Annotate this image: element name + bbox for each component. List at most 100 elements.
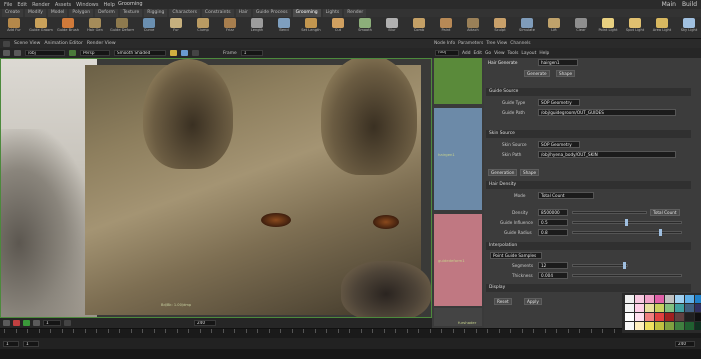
density-field[interactable]: 8500000 bbox=[538, 209, 568, 216]
color-swatch[interactable] bbox=[645, 322, 654, 330]
tool-add-fur[interactable]: Add Fur bbox=[2, 17, 26, 38]
tab-render-view[interactable]: Render View bbox=[87, 41, 116, 46]
frame-field[interactable]: 1 bbox=[240, 50, 263, 56]
density-mode-menu[interactable]: Total Count bbox=[538, 192, 594, 199]
color-swatch[interactable] bbox=[675, 322, 684, 330]
color-swatch[interactable] bbox=[625, 313, 634, 321]
menu-file[interactable]: File bbox=[4, 2, 12, 8]
color-swatch[interactable] bbox=[665, 295, 674, 303]
color-swatch[interactable] bbox=[655, 313, 664, 321]
radius-slider-knob[interactable] bbox=[659, 229, 662, 236]
node-tile-green[interactable] bbox=[434, 58, 482, 104]
tab-channels[interactable]: Channels bbox=[510, 41, 530, 46]
end-frame-field[interactable]: 240 bbox=[675, 340, 695, 347]
color-swatch[interactable] bbox=[645, 304, 654, 312]
tab-scene-view[interactable]: Scene View bbox=[14, 41, 40, 46]
shelf-tab-constraints[interactable]: Constraints bbox=[201, 9, 234, 17]
shelf-tab-characters[interactable]: Characters bbox=[169, 9, 200, 17]
tool-set-length[interactable]: Set Length bbox=[299, 17, 323, 38]
tool-simulate[interactable]: Simulate bbox=[515, 17, 539, 38]
shelf-tab-guide-process[interactable]: Guide Process bbox=[252, 9, 291, 17]
color-swatch[interactable] bbox=[625, 322, 634, 330]
influence-field[interactable]: 0.5 bbox=[538, 219, 568, 226]
influence-slider-knob[interactable] bbox=[625, 219, 628, 226]
density-menu[interactable]: Total Count bbox=[650, 209, 680, 216]
skip-start-icon[interactable] bbox=[3, 320, 10, 326]
network-menu-edit[interactable]: Edit bbox=[474, 51, 483, 56]
tool-length[interactable]: Length bbox=[245, 17, 269, 38]
tab-tree-view[interactable]: Tree View bbox=[486, 41, 507, 46]
skip-end-icon[interactable] bbox=[33, 320, 40, 326]
tool-point-light[interactable]: Point Light bbox=[596, 17, 620, 38]
shelf-tab-modify[interactable]: Modify bbox=[24, 9, 46, 17]
skin-type-menu[interactable]: SOP Geometry bbox=[538, 141, 580, 148]
shelf-tab-rigging[interactable]: Rigging bbox=[144, 9, 168, 17]
desktop-main[interactable]: Main bbox=[662, 1, 676, 8]
tool-hair-gen[interactable]: Hair Gen bbox=[83, 17, 107, 38]
color-swatch[interactable] bbox=[685, 322, 694, 330]
tool-cut[interactable]: Cut bbox=[326, 17, 350, 38]
shelf-tab-render[interactable]: Render bbox=[344, 9, 367, 17]
color-swatch[interactable] bbox=[655, 295, 664, 303]
density-slider[interactable] bbox=[572, 211, 647, 214]
network-menu-add[interactable]: Add bbox=[462, 51, 471, 56]
menu-render[interactable]: Render bbox=[32, 2, 50, 8]
color-swatch[interactable] bbox=[695, 313, 701, 321]
shelf-tab-create[interactable]: Create bbox=[2, 9, 23, 17]
node-tile-blue[interactable] bbox=[434, 108, 482, 210]
network-menu-help[interactable]: Help bbox=[539, 51, 549, 56]
tool-fur[interactable]: Fur bbox=[164, 17, 188, 38]
guide-type-menu[interactable]: SOP Geometry bbox=[538, 99, 580, 106]
shelf-tab-model[interactable]: Model bbox=[47, 9, 68, 17]
timeline[interactable] bbox=[0, 328, 701, 338]
tab-shape-top[interactable]: Shape bbox=[556, 70, 576, 77]
playbar-end[interactable]: 240 bbox=[194, 320, 216, 326]
light-icon[interactable] bbox=[170, 50, 177, 56]
shading-menu[interactable]: Smooth Shaded bbox=[114, 50, 166, 56]
menu-edit[interactable]: Edit bbox=[17, 2, 27, 8]
path-field[interactable]: /obj bbox=[25, 50, 65, 56]
back-icon[interactable] bbox=[3, 50, 10, 56]
hyena-model[interactable] bbox=[85, 59, 431, 317]
tool-paint[interactable]: Paint bbox=[434, 17, 458, 38]
shelf-tab-lights[interactable]: Lights bbox=[322, 9, 343, 17]
network-menu-tools[interactable]: Tools bbox=[508, 51, 519, 56]
menu-assets[interactable]: Assets bbox=[55, 2, 71, 8]
start-frame-field[interactable]: 1 bbox=[3, 340, 19, 347]
tool-attach[interactable]: Attach bbox=[461, 17, 485, 38]
tab-node-info[interactable]: Node Info bbox=[434, 41, 455, 46]
snap-icon[interactable] bbox=[192, 50, 199, 56]
interp-menu[interactable]: Point Guide Samples bbox=[490, 252, 542, 259]
shelf-tab-grooming[interactable]: Grooming bbox=[292, 9, 321, 17]
tool-sky-light[interactable]: Sky Light bbox=[677, 17, 701, 38]
color-swatch[interactable] bbox=[635, 295, 644, 303]
tool-blur[interactable]: Blur bbox=[380, 17, 404, 38]
radius-field[interactable]: 0.8 bbox=[538, 229, 568, 236]
section-interpolation[interactable]: Interpolation bbox=[486, 242, 691, 250]
tool-area-light[interactable]: Area Light bbox=[650, 17, 674, 38]
desktop-build[interactable]: Build bbox=[682, 1, 697, 8]
record-icon[interactable] bbox=[13, 320, 20, 326]
color-swatch[interactable] bbox=[645, 313, 654, 321]
tool-clear[interactable]: Clear bbox=[569, 17, 593, 38]
tool-smooth[interactable]: Smooth bbox=[353, 17, 377, 38]
apply-button[interactable]: Apply bbox=[524, 298, 542, 305]
color-swatch[interactable] bbox=[665, 313, 674, 321]
network-path[interactable]: /obj bbox=[435, 50, 459, 56]
tab-shape[interactable]: Shape bbox=[520, 169, 540, 176]
tool-curve[interactable]: Curve bbox=[137, 17, 161, 38]
camera-menu[interactable]: Persp bbox=[80, 50, 110, 56]
section-hair-density[interactable]: Hair Density bbox=[486, 181, 691, 189]
display-options-icon[interactable] bbox=[181, 50, 188, 56]
keyframe-icon[interactable] bbox=[64, 320, 71, 326]
segments-field[interactable]: 12 bbox=[538, 262, 568, 269]
color-swatch[interactable] bbox=[675, 304, 684, 312]
section-display[interactable]: Display bbox=[486, 284, 691, 292]
network-view[interactable]: hairgen1 guidedeform1 furshader bbox=[432, 58, 484, 328]
reset-button[interactable]: Reset bbox=[494, 298, 512, 305]
color-swatch[interactable] bbox=[665, 322, 674, 330]
current-frame-field[interactable]: 1 bbox=[23, 340, 39, 347]
color-swatch[interactable] bbox=[625, 304, 634, 312]
tab-animation-editor[interactable]: Animation Editor bbox=[44, 41, 82, 46]
color-swatch[interactable] bbox=[685, 304, 694, 312]
